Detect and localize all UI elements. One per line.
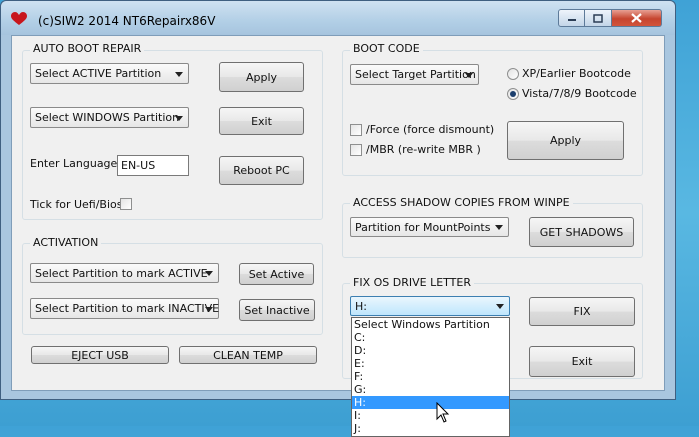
target-partition-combo[interactable]: Select Target Partition [350,64,479,85]
xp-bootcode-radio[interactable] [507,68,519,80]
dropdown-option[interactable]: I: [352,409,509,422]
minimize-button[interactable] [558,9,585,27]
active-partition-combo[interactable]: Select ACTIVE Partition [30,63,189,84]
auto-boot-repair-title: AUTO BOOT REPAIR [30,42,145,55]
reboot-pc-button[interactable]: Reboot PC [219,156,304,185]
exit-auto-repair-button[interactable]: Exit [219,107,304,135]
maximize-button[interactable] [585,9,612,27]
uefi-label: Tick for Uefi/Bios [30,198,123,211]
dropdown-option[interactable]: E: [352,357,509,370]
force-checkbox[interactable] [350,124,362,136]
dropdown-option[interactable]: J: [352,422,509,435]
chevron-down-icon [495,225,503,230]
drive-letter-dropdown-list[interactable]: Select Windows Partition C: D: E: F: G: … [351,317,510,437]
language-input[interactable]: EN-US [117,155,189,176]
clean-temp-button[interactable]: CLEAN TEMP [179,346,317,364]
dropdown-option-selected[interactable]: H: [352,396,509,409]
dropdown-option[interactable]: Select Windows Partition [352,318,509,331]
dropdown-option[interactable]: G: [352,383,509,396]
dropdown-option[interactable]: D: [352,344,509,357]
uefi-checkbox[interactable] [120,198,132,210]
apply-bootcode-button[interactable]: Apply [507,121,624,160]
windows-partition-combo-text: Select WINDOWS Partition [35,111,180,124]
close-icon [631,13,642,23]
mountpoints-partition-combo[interactable]: Partition for MountPoints [350,217,509,237]
chevron-down-icon [205,271,213,276]
set-active-button[interactable]: Set Active [239,263,314,285]
chevron-down-icon [175,115,183,121]
shadow-copies-title: ACCESS SHADOW COPIES FROM WINPE [350,196,573,209]
mark-inactive-combo[interactable]: Select Partition to mark INACTIVE [30,298,219,319]
windows-partition-combo[interactable]: Select WINDOWS Partition [30,107,189,128]
drive-letter-combo[interactable]: H: [350,296,510,316]
get-shadows-button[interactable]: GET SHADOWS [529,217,634,247]
window-title: (c)SIW2 2014 NT6Repairx86V [38,14,216,28]
mouse-pointer-icon [436,402,450,423]
chevron-down-icon [496,304,504,309]
heart-app-icon [11,12,27,25]
active-partition-combo-text: Select ACTIVE Partition [35,67,162,80]
apply-auto-repair-button[interactable]: Apply [219,62,304,92]
vista-bootcode-radio[interactable] [507,88,519,100]
activation-title: ACTIVATION [30,236,102,249]
exit-button[interactable]: Exit [529,346,635,377]
mark-active-combo[interactable]: Select Partition to mark ACTIVE [30,263,219,283]
chevron-down-icon [465,72,473,78]
vista-bootcode-label: Vista/7/8/9 Bootcode [522,87,637,100]
force-label: /Force (force dismount) [366,123,495,136]
minimize-icon [567,19,576,21]
chevron-down-icon [205,306,213,312]
chevron-down-icon [175,71,183,77]
fix-os-title: FIX OS DRIVE LETTER [350,276,474,289]
mountpoints-partition-combo-text: Partition for MountPoints [355,220,491,234]
eject-usb-button[interactable]: EJECT USB [31,346,169,364]
close-button[interactable] [612,9,662,27]
maximize-icon [593,13,603,23]
enter-language-label: Enter Language: [30,157,122,170]
dropdown-option[interactable]: C: [352,331,509,344]
target-partition-combo-text: Select Target Partition [355,68,476,81]
mark-inactive-combo-text: Select Partition to mark INACTIVE [35,302,220,315]
xp-bootcode-label: XP/Earlier Bootcode [522,67,631,80]
activation-group [22,243,323,335]
drive-letter-combo-text: H: [355,299,367,313]
mbr-label: /MBR (re-write MBR ) [366,143,481,156]
boot-code-title: BOOT CODE [350,42,423,55]
mark-active-combo-text: Select Partition to mark ACTIVE [35,266,208,280]
dropdown-option[interactable]: F: [352,370,509,383]
fix-button[interactable]: FIX [529,297,635,326]
set-inactive-button[interactable]: Set Inactive [239,299,315,321]
title-bar[interactable]: (c)SIW2 2014 NT6Repairx86V [1,1,675,35]
mbr-checkbox[interactable] [350,144,362,156]
